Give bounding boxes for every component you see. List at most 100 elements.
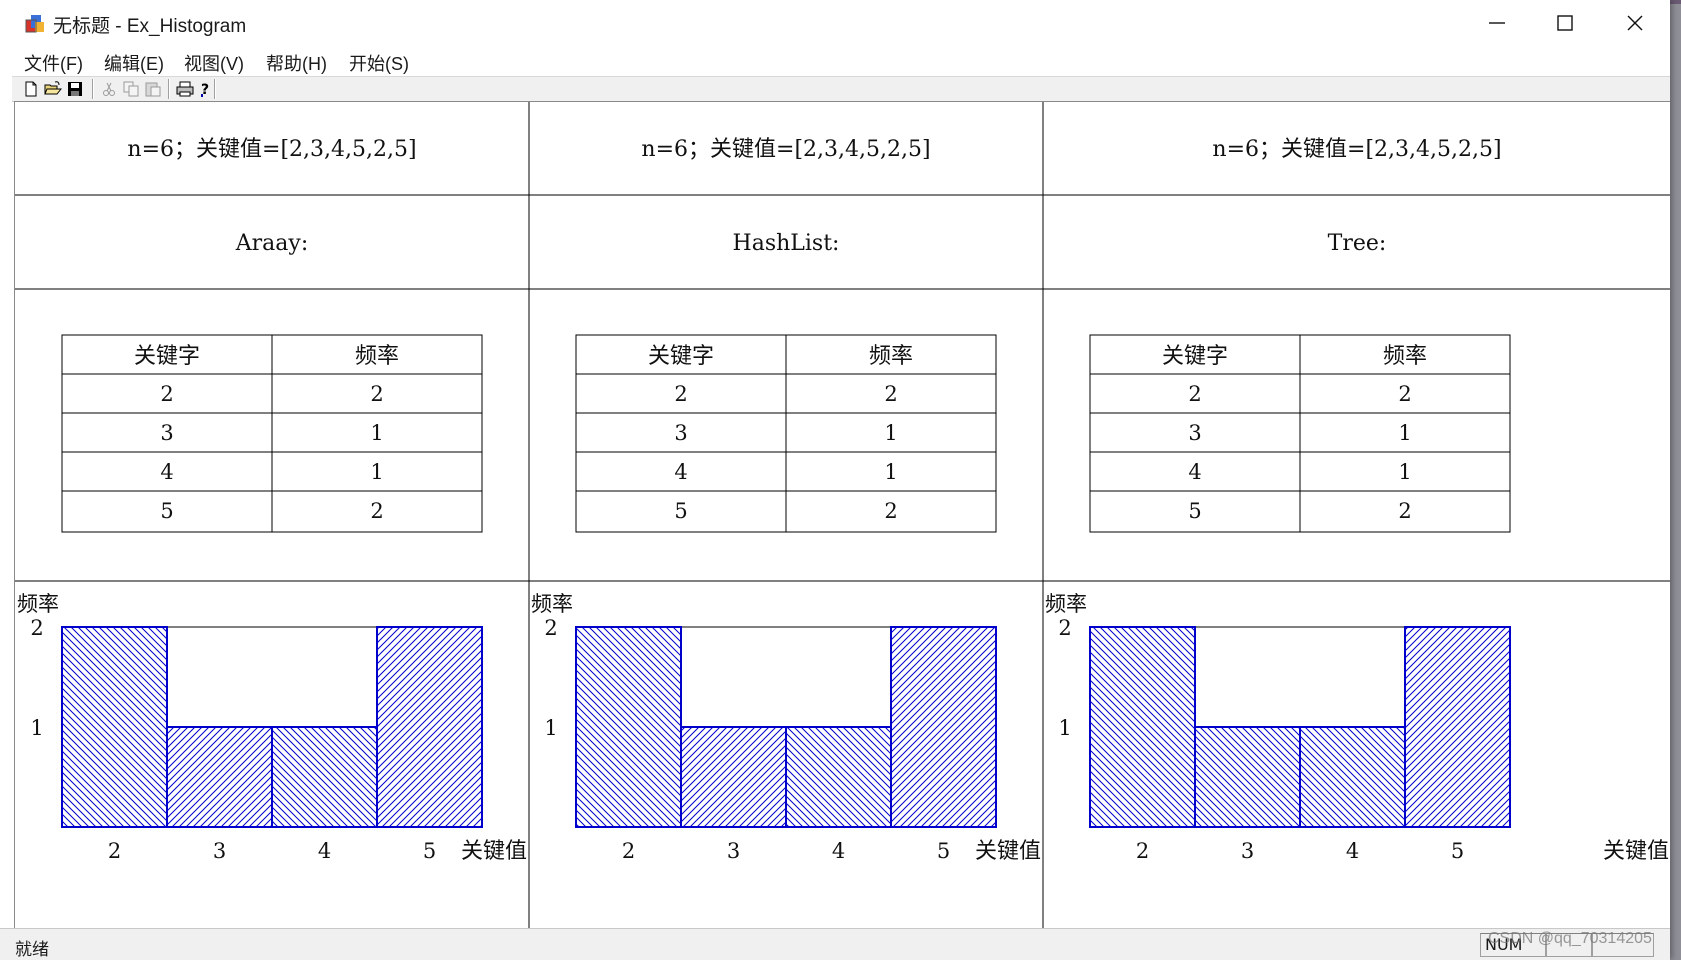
x-tick-label: 2 — [1136, 839, 1149, 863]
toolbar-separator — [168, 79, 170, 99]
x-tick-label: 2 — [622, 839, 635, 863]
histogram-bar — [1404, 626, 1511, 828]
menu-edit[interactable]: 编辑(E) — [102, 50, 166, 76]
menu-file[interactable]: 文件(F) — [22, 50, 85, 76]
y-tick-label: 1 — [544, 716, 557, 740]
histogram-bar — [271, 726, 378, 828]
table-cell: 3 — [1188, 421, 1201, 445]
save-icon[interactable] — [66, 80, 84, 98]
panel-header: n=6；关键值=[2,3,4,5,2,5] — [127, 137, 416, 162]
maximize-button[interactable] — [1533, 6, 1597, 40]
menu-view[interactable]: 视图(V) — [182, 50, 246, 76]
histogram-bar — [1089, 626, 1196, 828]
y-tick-label: 2 — [544, 616, 557, 640]
x-tick-label: 5 — [1451, 839, 1464, 863]
table-cell: 5 — [674, 499, 687, 523]
table-cell: 2 — [1188, 382, 1201, 406]
x-tick-label: 5 — [937, 839, 950, 863]
table-cell: 2 — [674, 382, 687, 406]
app-window: 无标题 - Ex_Histogram 文件(F) 编辑(E) 视图(V) 帮助(… — [0, 0, 1670, 960]
table-header-cell: 关键字 — [648, 344, 714, 369]
x-tick-label: 2 — [108, 839, 121, 863]
x-tick-label: 5 — [423, 839, 436, 863]
print-icon[interactable] — [176, 80, 194, 98]
paste-icon[interactable] — [144, 80, 162, 98]
histogram-bar — [61, 626, 168, 828]
chart-xlabel: 关键值 — [461, 839, 527, 864]
table-header-cell: 频率 — [355, 344, 399, 369]
table-cell: 4 — [160, 460, 173, 484]
x-tick-label: 4 — [318, 839, 331, 863]
x-tick-label: 3 — [1241, 839, 1254, 863]
title-bar[interactable]: 无标题 - Ex_Histogram — [0, 0, 1670, 46]
y-tick-label: 1 — [1058, 716, 1071, 740]
histogram-bar — [575, 626, 682, 828]
table-cell: 2 — [370, 499, 383, 523]
y-tick-label: 2 — [1058, 616, 1071, 640]
table-header-cell: 关键字 — [134, 344, 200, 369]
table-cell: 2 — [1398, 382, 1411, 406]
y-tick-label: 1 — [30, 716, 43, 740]
status-bar: 就绪 NUM — [0, 928, 1670, 960]
chart-ylabel: 频率 — [17, 592, 59, 616]
menu-help[interactable]: 帮助(H) — [264, 50, 329, 76]
x-tick-label: 3 — [213, 839, 226, 863]
open-folder-icon[interactable] — [44, 80, 62, 98]
help-icon[interactable]: ? — [196, 80, 214, 98]
table-cell: 2 — [370, 382, 383, 406]
histogram-bar — [166, 726, 273, 828]
histogram-bar — [1299, 726, 1406, 828]
minimize-button[interactable] — [1465, 6, 1529, 40]
x-tick-label: 4 — [1346, 839, 1359, 863]
panel-header: n=6；关键值=[2,3,4,5,2,5] — [641, 137, 930, 162]
toolbar: ? — [12, 76, 1670, 102]
minimize-icon — [1489, 22, 1505, 24]
panel-method-label: Tree: — [1328, 231, 1387, 256]
table-cell: 1 — [370, 460, 383, 484]
x-tick-label: 3 — [727, 839, 740, 863]
histogram-bar — [785, 726, 892, 828]
table-cell: 1 — [884, 421, 897, 445]
histogram-bar — [1194, 726, 1301, 828]
table-header-cell: 频率 — [1383, 344, 1427, 369]
table-cell: 1 — [1398, 460, 1411, 484]
client-area: n=6；关键值=[2,3,4,5,2,5] Araay: 关键字 频率 2 2 3 1 4 1 5 2… — [14, 101, 1670, 929]
table-header-cell: 关键字 — [1162, 344, 1228, 369]
new-file-icon[interactable] — [22, 80, 40, 98]
chart-ylabel: 频率 — [531, 592, 573, 616]
maximize-icon — [1557, 15, 1573, 31]
table-cell: 1 — [1398, 421, 1411, 445]
histogram-bar — [890, 626, 997, 828]
cut-icon[interactable] — [100, 80, 118, 98]
table-cell: 1 — [370, 421, 383, 445]
menu-bar: 文件(F) 编辑(E) 视图(V) 帮助(H) 开始(S) — [0, 46, 1670, 76]
chart-xlabel: 关键值 — [1603, 839, 1669, 864]
copy-icon[interactable] — [122, 80, 140, 98]
panel-header: n=6；关键值=[2,3,4,5,2,5] — [1212, 137, 1501, 162]
table-header-cell: 频率 — [869, 344, 913, 369]
drawing-canvas: n=6；关键值=[2,3,4,5,2,5]Araay:关键字 频率2 23 14 15 2… — [15, 102, 1670, 929]
table-cell: 4 — [1188, 460, 1201, 484]
histogram-bar — [376, 626, 483, 828]
window-title: 无标题 - Ex_Histogram — [53, 16, 247, 37]
table-cell: 3 — [160, 421, 173, 445]
table-cell: 2 — [160, 382, 173, 406]
table-cell: 5 — [1188, 499, 1201, 523]
panel-method-label: HashList: — [733, 231, 840, 256]
x-tick-label: 4 — [832, 839, 845, 863]
close-icon — [1627, 15, 1643, 31]
chart-ylabel: 频率 — [1045, 592, 1087, 616]
table-cell: 1 — [884, 460, 897, 484]
app-icon — [25, 15, 44, 33]
close-button[interactable] — [1603, 6, 1667, 40]
y-tick-label: 2 — [30, 616, 43, 640]
table-cell: 4 — [674, 460, 687, 484]
toolbar-separator — [92, 79, 94, 99]
table-cell: 2 — [1398, 499, 1411, 523]
panel-method-label: Araay: — [235, 231, 308, 256]
histogram-bar — [680, 726, 787, 828]
status-text: 就绪 — [15, 940, 49, 960]
menu-start[interactable]: 开始(S) — [347, 50, 411, 76]
toolbar-separator — [214, 79, 216, 99]
table-cell: 5 — [160, 499, 173, 523]
